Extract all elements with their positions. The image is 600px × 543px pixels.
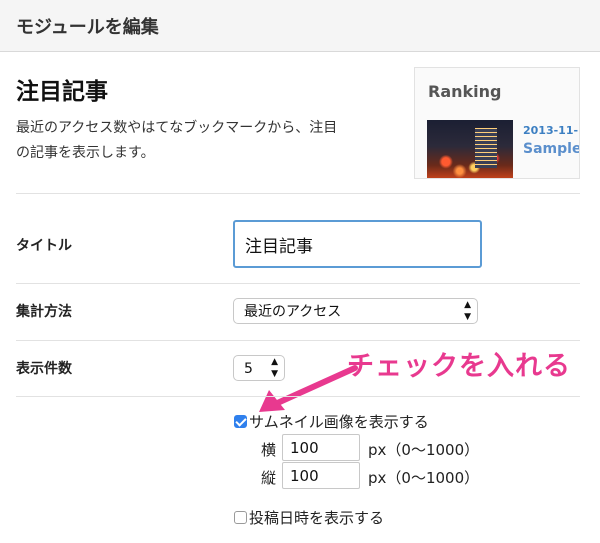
count-field-label: 表示件数 — [16, 361, 72, 377]
preview-date: 2013-11-1 — [523, 124, 580, 137]
title-field-label: タイトル — [16, 238, 72, 254]
divider — [16, 283, 580, 284]
width-unit: px（0〜1000） — [368, 441, 480, 459]
dialog-header: モジュールを編集 — [0, 0, 600, 52]
divider — [16, 340, 580, 341]
preview-title: Ranking — [428, 82, 502, 101]
dialog-title: モジュールを編集 — [16, 17, 159, 38]
thumbnail-checkbox[interactable] — [234, 415, 247, 428]
thumbnail-checkbox-label: サムネイル画像を表示する — [249, 413, 429, 431]
divider — [16, 193, 580, 194]
show-date-checkbox[interactable] — [234, 511, 247, 524]
divider — [16, 396, 580, 397]
module-description: 最近のアクセス数やはてなブックマークから、注目の記事を表示します。 — [16, 120, 338, 161]
count-select-value: 5 — [244, 361, 253, 377]
method-select-value: 最近のアクセス — [244, 304, 342, 320]
height-unit: px（0〜1000） — [368, 469, 480, 487]
preview-sample: Sample — [523, 141, 580, 157]
show-date-checkbox-label: 投稿日時を表示する — [249, 509, 385, 527]
title-input[interactable] — [233, 220, 482, 268]
method-select[interactable]: 最近のアクセス ▲ ▼ — [233, 298, 478, 324]
preview-photo — [427, 120, 513, 178]
module-preview-thumbnail: Ranking 2013-11-1 Sample — [414, 67, 580, 179]
method-field-label: 集計方法 — [16, 304, 72, 320]
module-title: 注目記事 — [16, 79, 108, 105]
width-label: 横 — [261, 441, 277, 459]
width-input[interactable] — [282, 434, 360, 461]
annotation-callout: チェックを入れる — [347, 351, 571, 382]
select-arrows-icon: ▲ ▼ — [464, 300, 471, 322]
height-label: 縦 — [261, 469, 277, 487]
height-input[interactable] — [282, 462, 360, 489]
